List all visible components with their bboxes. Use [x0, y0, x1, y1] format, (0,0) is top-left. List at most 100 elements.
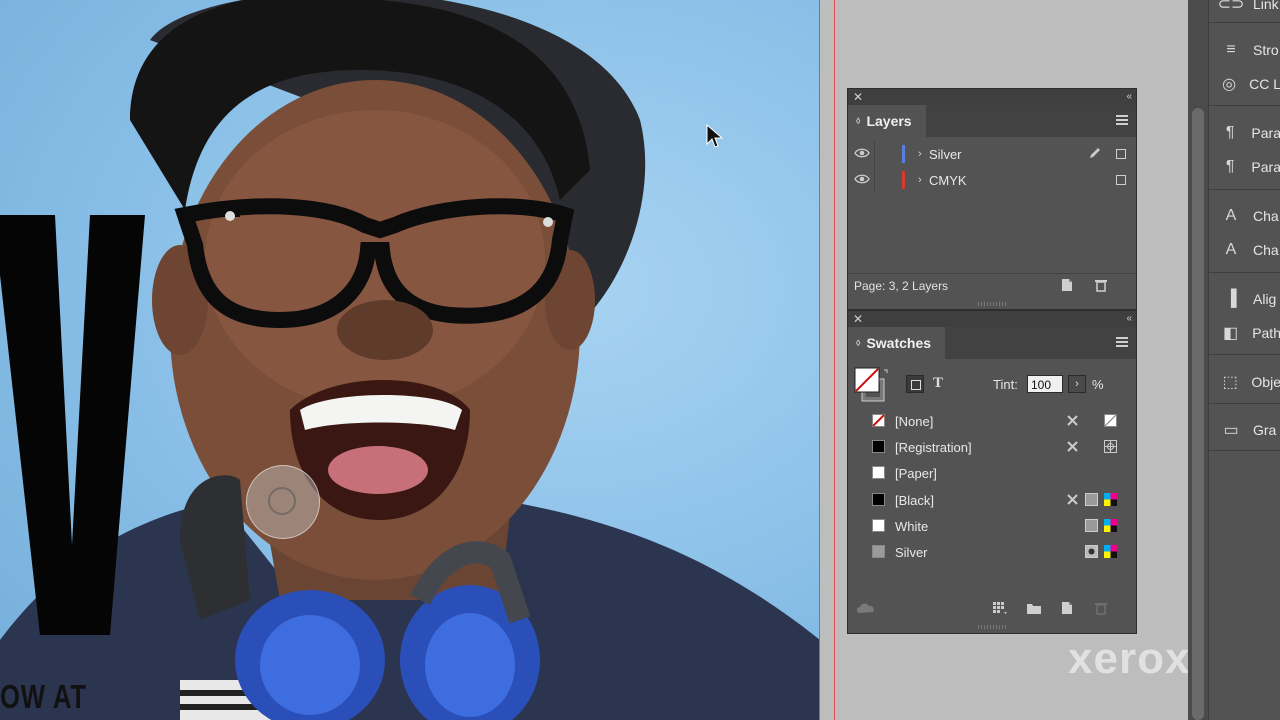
- dock-scrollbar[interactable]: [1188, 0, 1208, 720]
- swatch-chip: [872, 466, 885, 479]
- delete-icon[interactable]: [1094, 601, 1108, 615]
- formatting-text-icon[interactable]: T: [933, 375, 943, 392]
- document-canvas[interactable]: OW AT: [0, 0, 820, 720]
- tint-input[interactable]: 100: [1027, 375, 1063, 393]
- tint-unit: %: [1092, 377, 1104, 392]
- selection-square-icon[interactable]: [1116, 175, 1126, 185]
- panel-topbar[interactable]: ✕ «: [848, 89, 1136, 105]
- layer-row[interactable]: › Silver: [848, 141, 1136, 167]
- divider: [1209, 189, 1280, 190]
- chevron-right-icon[interactable]: ›: [918, 174, 922, 186]
- panel-dock: ⊂⊃ Link ≡ Stro ◎ CC L ¶ Para ¶ Para A Cha A Cha…: [1208, 0, 1280, 720]
- collapse-icon[interactable]: «: [1126, 311, 1131, 327]
- dock-item-paragraph[interactable]: ¶ Para: [1209, 116, 1280, 150]
- divider: [1209, 354, 1280, 355]
- links-icon: ⊂⊃: [1217, 0, 1245, 13]
- close-icon[interactable]: ✕: [853, 311, 863, 327]
- dock-item-character-styles[interactable]: A Cha: [1209, 233, 1280, 267]
- swatch-name: [None]: [895, 414, 934, 429]
- dock-item-paragraph-styles[interactable]: ¶ Para: [1209, 150, 1280, 184]
- new-layer-icon[interactable]: [1060, 278, 1074, 292]
- dock-item-character[interactable]: A Cha: [1209, 199, 1280, 233]
- swatch-name: Silver: [895, 545, 928, 560]
- swatch-row[interactable]: [Paper]: [848, 460, 1136, 486]
- tab-layers[interactable]: ◊ Layers: [848, 105, 926, 137]
- swatch-row[interactable]: [Black]: [848, 487, 1136, 513]
- process-color-icon: [1085, 493, 1098, 506]
- cc-libraries-icon: ◎: [1222, 76, 1237, 93]
- tab-toggle-icon[interactable]: ◊: [856, 338, 860, 348]
- panel-topbar[interactable]: ✕ «: [848, 311, 1136, 327]
- gradient-icon: ▭: [1223, 422, 1239, 439]
- show-swatch-kinds-icon[interactable]: [992, 601, 1008, 615]
- layer-color-swatch: [902, 145, 905, 163]
- resize-grip[interactable]: [978, 625, 1006, 629]
- swatch-row[interactable]: White: [848, 513, 1136, 539]
- layer-name[interactable]: CMYK: [929, 173, 967, 188]
- dock-item-gradient[interactable]: ▭ Gra: [1209, 413, 1280, 447]
- dock-item-object-styles[interactable]: ⬚ Obje: [1209, 365, 1280, 399]
- visibility-eye-icon[interactable]: [854, 173, 870, 185]
- new-color-group-icon[interactable]: [1026, 601, 1042, 615]
- dock-item-label: CC L: [1249, 76, 1280, 92]
- swatch-name: White: [895, 519, 929, 534]
- process-color-icon: [1085, 519, 1098, 532]
- close-icon[interactable]: ✕: [853, 89, 863, 105]
- swatch-chip: [872, 440, 885, 453]
- chevron-right-icon[interactable]: ›: [918, 148, 922, 160]
- dock-item-label: Path: [1252, 325, 1280, 341]
- character-styles-icon: A: [1225, 241, 1237, 258]
- selection-square-icon[interactable]: [1116, 149, 1126, 159]
- tab-label: Swatches: [866, 335, 932, 351]
- dock-item-label: Obje: [1251, 374, 1280, 390]
- delete-icon[interactable]: [1094, 278, 1108, 292]
- dock-item-links[interactable]: ⊂⊃ Link: [1209, 0, 1280, 21]
- visibility-eye-icon[interactable]: [854, 147, 870, 159]
- divider: [1209, 403, 1280, 404]
- divider: [1209, 272, 1280, 273]
- swatch-row[interactable]: [Registration]: [848, 434, 1136, 460]
- tab-swatches[interactable]: ◊ Swatches: [848, 327, 946, 359]
- object-styles-icon: ⬚: [1222, 374, 1238, 391]
- pen-icon: [1090, 148, 1100, 158]
- tint-stepper[interactable]: ›: [1068, 375, 1086, 393]
- stroke-icon: ≡: [1226, 41, 1236, 58]
- cmyk-mode-icon: [1104, 545, 1117, 558]
- new-swatch-icon[interactable]: [1060, 601, 1074, 615]
- dock-item-label: Cha: [1253, 242, 1279, 258]
- tab-toggle-icon[interactable]: ◊: [856, 116, 860, 126]
- cmyk-mode-icon: [1104, 519, 1117, 532]
- dock-item-cc-libraries[interactable]: ◎ CC L: [1209, 67, 1280, 101]
- dock-item-pathfinder[interactable]: ◧ Path: [1209, 316, 1280, 350]
- swatch-chip: [872, 414, 885, 427]
- layers-status-text: Page: 3, 2 Layers: [854, 279, 949, 293]
- cc-library-icon[interactable]: [856, 601, 876, 615]
- formatting-container-icon[interactable]: [906, 375, 924, 393]
- dock-item-stroke[interactable]: ≡ Stro: [1209, 33, 1280, 67]
- layer-row[interactable]: › CMYK: [848, 167, 1136, 193]
- swatch-row[interactable]: [None]: [848, 408, 1136, 434]
- panel-menu-icon[interactable]: [1116, 337, 1128, 347]
- panel-tab-row: ◊ Layers: [848, 105, 1136, 137]
- swatch-row[interactable]: Silver: [848, 539, 1136, 565]
- registration-icon: [1104, 440, 1117, 453]
- resize-grip[interactable]: [978, 302, 1006, 306]
- lock-column[interactable]: [874, 141, 875, 167]
- tint-label: Tint:: [993, 377, 1018, 392]
- fill-stroke-proxy-icon[interactable]: [854, 367, 894, 403]
- swatch-name: [Black]: [895, 493, 935, 508]
- scrollbar-thumb[interactable]: [1192, 108, 1204, 720]
- mouse-cursor-icon: [706, 124, 724, 148]
- layer-name[interactable]: Silver: [929, 147, 962, 162]
- lock-column[interactable]: [874, 167, 875, 193]
- divider: [1209, 22, 1280, 23]
- dock-item-label: Gra: [1253, 422, 1277, 438]
- paragraph-icon: ¶: [1225, 124, 1235, 141]
- swatches-panel[interactable]: ✕ « ◊ Swatches T Tint: 100 › % [None] [R…: [847, 310, 1137, 634]
- paragraph-styles-icon: ¶: [1225, 158, 1235, 175]
- dock-item-align[interactable]: ▐ Alig: [1209, 282, 1280, 316]
- collapse-icon[interactable]: «: [1126, 89, 1131, 105]
- panel-menu-icon[interactable]: [1116, 115, 1128, 125]
- layers-panel[interactable]: ✕ « ◊ Layers › Silver › CMYK Page: 3, 2 …: [847, 88, 1137, 310]
- bleed-guide: [834, 0, 835, 720]
